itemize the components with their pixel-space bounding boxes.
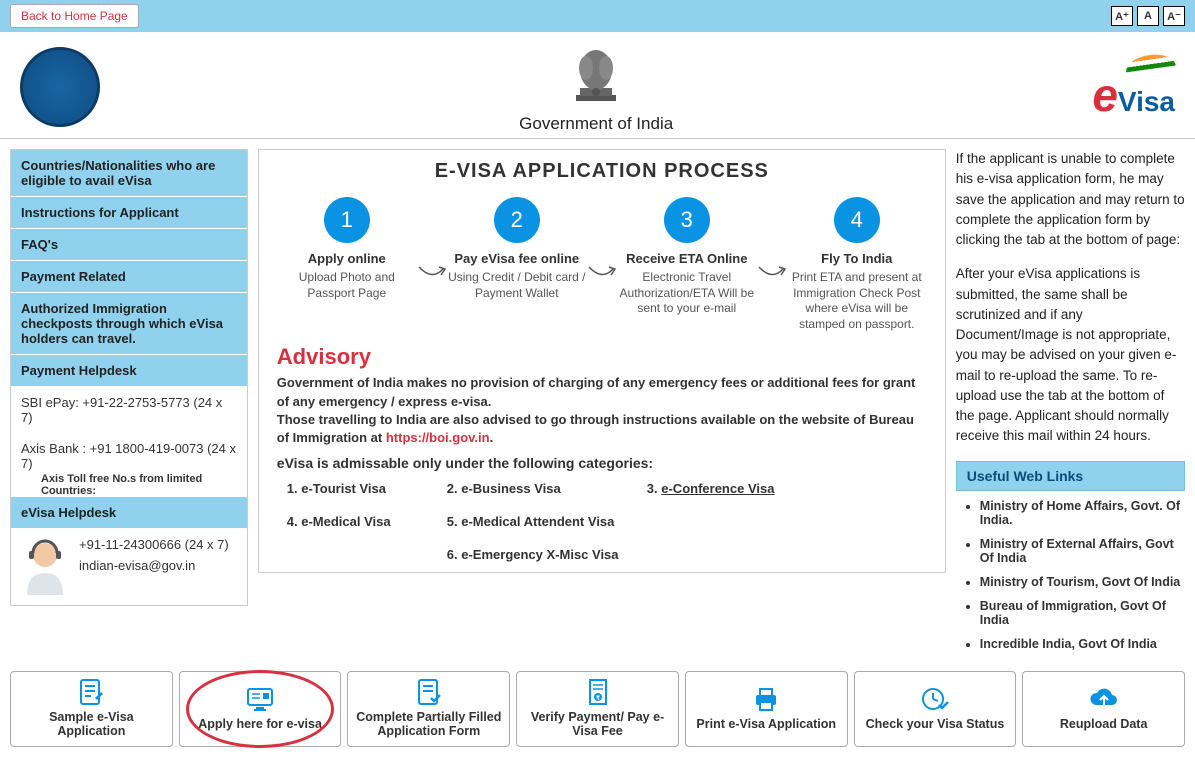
font-normal-button[interactable]: A — [1137, 6, 1159, 26]
right-panel: If the applicant is unable to complete h… — [956, 149, 1185, 661]
cat-6: 6. e-Emergency X-Misc Visa — [447, 547, 647, 562]
tab-label: Sample e-Visa Application — [17, 710, 166, 738]
step-1: 1 Apply online Upload Photo and Passport… — [277, 197, 417, 301]
evisa-helpdesk-phone: +91-11-24300666 (24 x 7) — [79, 537, 229, 552]
main-title: E-VISA APPLICATION PROCESS — [277, 160, 927, 183]
boi-link[interactable]: https://boi.gov.in — [386, 430, 490, 445]
step-3: 3 Receive ETA Online Electronic Travel A… — [617, 197, 757, 317]
step-1-desc: Upload Photo and Passport Page — [277, 270, 417, 301]
main-panel: E-VISA APPLICATION PROCESS 1 Apply onlin… — [258, 149, 946, 573]
cat-3-num: 3. — [647, 481, 661, 496]
arrow-icon — [757, 263, 787, 283]
link-incredible-india[interactable]: Incredible India, Govt Of India — [980, 637, 1185, 651]
sidebar-item-checkposts[interactable]: Authorized Immigration checkposts throug… — [11, 293, 247, 355]
sbi-phone: SBI ePay: +91-22-2753-5773 (24 x 7) — [11, 387, 247, 433]
tab-apply-here[interactable]: Apply here for e-visa — [179, 671, 342, 747]
top-bar: Back to Home Page A⁺ A A⁻ — [0, 0, 1195, 32]
advisory-text: Government of India makes no provision o… — [277, 374, 927, 447]
evisa-logo: eVisa — [1092, 53, 1175, 122]
step-2: 2 Pay eVisa fee online Using Credit / De… — [447, 197, 587, 301]
document-check-icon — [413, 678, 445, 706]
document-pencil-icon — [75, 678, 107, 706]
sidebar-item-evisa-helpdesk[interactable]: eVisa Helpdesk — [11, 497, 247, 529]
step-3-desc: Electronic Travel Authorization/ETA Will… — [617, 270, 757, 317]
categories-heading: eVisa is admissable only under the follo… — [277, 455, 927, 471]
step-4-circle: 4 — [834, 197, 880, 243]
link-mot[interactable]: Ministry of Tourism, Govt Of India — [980, 575, 1185, 589]
advisory-line2: Those travelling to India are also advis… — [277, 412, 914, 445]
cat-4: 4. e-Medical Visa — [287, 514, 447, 529]
categories-grid: 1. e-Tourist Visa 2. e-Business Visa 3. … — [287, 481, 927, 562]
support-person-icon — [21, 537, 69, 597]
emblem-block: Government of India — [100, 40, 1092, 134]
bureau-seal-icon — [20, 47, 100, 127]
header: Government of India eVisa — [0, 32, 1195, 139]
right-info-1: If the applicant is unable to complete h… — [956, 149, 1185, 250]
useful-links-list: Ministry of Home Affairs, Govt. Of India… — [956, 499, 1185, 651]
arrow-icon — [587, 263, 617, 283]
sidebar-item-eligible[interactable]: Countries/Nationalities who are eligible… — [11, 150, 247, 197]
font-increase-button[interactable]: A⁺ — [1111, 6, 1133, 26]
arrow-icon — [417, 263, 447, 283]
tab-label: Check your Visa Status — [866, 717, 1005, 731]
sidebar: Countries/Nationalities who are eligible… — [10, 149, 248, 606]
advisory-dot: . — [490, 430, 494, 445]
link-mha[interactable]: Ministry of Home Affairs, Govt. Of India… — [980, 499, 1185, 527]
cat-5: 5. e-Medical Attendent Visa — [447, 514, 647, 529]
gov-of-india-text: Government of India — [100, 114, 1092, 134]
printer-icon — [750, 685, 782, 713]
evisa-helpdesk-email: indian-evisa@gov.in — [79, 558, 229, 573]
tab-print-application[interactable]: Print e-Visa Application — [685, 671, 848, 747]
step-1-circle: 1 — [324, 197, 370, 243]
tab-sample-application[interactable]: Sample e-Visa Application — [10, 671, 173, 747]
tab-complete-partial[interactable]: Complete Partially Filled Application Fo… — [347, 671, 510, 747]
cat-1: 1. e-Tourist Visa — [287, 481, 447, 496]
clock-check-icon — [919, 685, 951, 713]
tab-label: Reupload Data — [1060, 717, 1148, 731]
svg-text:₹: ₹ — [596, 695, 600, 702]
axis-phone: Axis Bank : +91 1800-419-0073 (24 x 7) — [11, 433, 247, 473]
sidebar-item-payment-helpdesk[interactable]: Payment Helpdesk — [11, 355, 247, 387]
step-3-circle: 3 — [664, 197, 710, 243]
step-3-title: Receive ETA Online — [617, 251, 757, 266]
tab-reupload-data[interactable]: Reupload Data — [1022, 671, 1185, 747]
right-info-2: After your eVisa applications is submitt… — [956, 264, 1185, 446]
link-mea[interactable]: Ministry of External Affairs, Govt Of In… — [980, 537, 1185, 565]
step-4: 4 Fly To India Print ETA and present at … — [787, 197, 927, 332]
helpdesk-contact: +91-11-24300666 (24 x 7) indian-evisa@go… — [11, 529, 247, 605]
process-steps: 1 Apply online Upload Photo and Passport… — [277, 197, 927, 332]
sidebar-item-faqs[interactable]: FAQ's — [11, 229, 247, 261]
step-1-title: Apply online — [277, 251, 417, 266]
back-home-button[interactable]: Back to Home Page — [10, 4, 139, 28]
tab-label: Apply here for e-visa — [198, 717, 322, 731]
receipt-icon: ₹ — [582, 678, 614, 706]
tab-label: Verify Payment/ Pay e-Visa Fee — [523, 710, 672, 738]
cat-3-label[interactable]: e-Conference Visa — [661, 481, 774, 496]
step-2-desc: Using Credit / Debit card / Payment Wall… — [447, 270, 587, 301]
advisory-heading: Advisory — [277, 344, 927, 370]
font-size-controls: A⁺ A A⁻ — [1111, 6, 1185, 26]
axis-note: Axis Toll free No.s from limited Countri… — [11, 473, 247, 497]
national-emblem-icon — [566, 40, 626, 110]
useful-links-heading: Useful Web Links — [956, 461, 1185, 491]
step-2-title: Pay eVisa fee online — [447, 251, 587, 266]
step-2-circle: 2 — [494, 197, 540, 243]
step-4-desc: Print ETA and present at Immigration Che… — [787, 270, 927, 332]
tab-verify-payment[interactable]: ₹ Verify Payment/ Pay e-Visa Fee — [516, 671, 679, 747]
cloud-upload-icon — [1088, 685, 1120, 713]
tab-label: Print e-Visa Application — [696, 717, 836, 731]
sidebar-item-instructions[interactable]: Instructions for Applicant — [11, 197, 247, 229]
tab-label: Complete Partially Filled Application Fo… — [354, 710, 503, 738]
advisory-line1: Government of India makes no provision o… — [277, 375, 916, 408]
sidebar-item-payment-related[interactable]: Payment Related — [11, 261, 247, 293]
link-boi[interactable]: Bureau of Immigration, Govt Of India — [980, 599, 1185, 627]
tab-check-status[interactable]: Check your Visa Status — [854, 671, 1017, 747]
step-4-title: Fly To India — [787, 251, 927, 266]
cat-3: 3. e-Conference Visa — [647, 481, 827, 496]
content-row: Countries/Nationalities who are eligible… — [0, 139, 1195, 671]
font-decrease-button[interactable]: A⁻ — [1163, 6, 1185, 26]
bottom-tabs: Sample e-Visa Application Apply here for… — [0, 671, 1195, 757]
monitor-form-icon — [244, 685, 276, 713]
cat-2: 2. e-Business Visa — [447, 481, 647, 496]
